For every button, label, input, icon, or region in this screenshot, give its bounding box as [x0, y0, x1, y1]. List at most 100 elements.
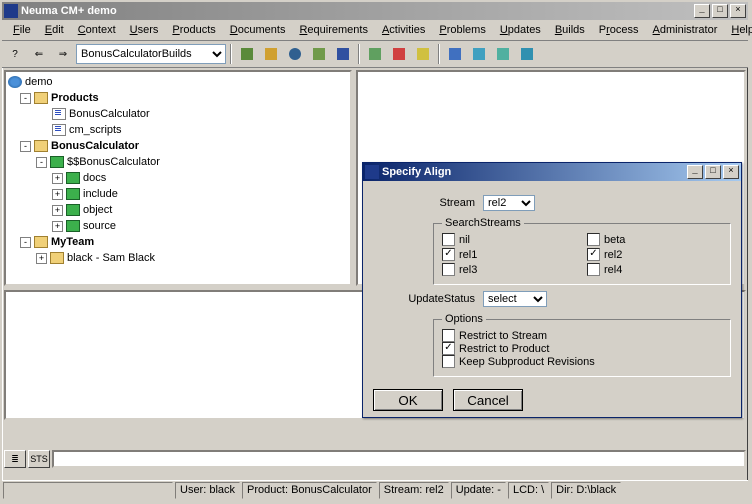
status-user: User: black	[175, 482, 240, 499]
folder-green-icon	[66, 204, 80, 216]
check-keep-subproduct[interactable]: Keep Subproduct Revisions	[442, 355, 722, 368]
tool-icon-6[interactable]	[364, 43, 386, 65]
tool-icon-11[interactable]	[492, 43, 514, 65]
collapse-icon[interactable]: -	[20, 93, 31, 104]
checkbox-icon	[587, 263, 600, 276]
search-streams-group: SearchStreams nil beta ✓rel1 ✓rel2 rel3 …	[433, 217, 731, 285]
menu-requirements[interactable]: Requirements	[292, 22, 375, 38]
collapse-icon[interactable]: -	[20, 237, 31, 248]
expand-icon[interactable]: +	[36, 253, 47, 264]
back-icon[interactable]: ⇐	[28, 43, 50, 65]
check-rel4[interactable]: rel4	[587, 263, 722, 276]
checkbox-checked-icon: ✓	[442, 248, 455, 261]
stream-select[interactable]: rel2	[483, 195, 535, 211]
tree-cmscripts[interactable]: cm_scripts	[8, 122, 348, 138]
dialog-titlebar: Specify Align _ □ ×	[363, 163, 741, 181]
expand-icon[interactable]: +	[52, 205, 63, 216]
command-input[interactable]	[52, 450, 746, 468]
check-nil[interactable]: nil	[442, 233, 577, 246]
tool-icon-10[interactable]	[468, 43, 490, 65]
forward-icon[interactable]: ⇒	[52, 43, 74, 65]
collapse-icon[interactable]: -	[20, 141, 31, 152]
tool-icon-8[interactable]	[412, 43, 434, 65]
tree-myteam[interactable]: - MyTeam	[8, 234, 348, 250]
tree-label: black - Sam Black	[67, 252, 155, 264]
check-restrict-stream[interactable]: Restrict to Stream	[442, 329, 722, 342]
minimize-button[interactable]: _	[694, 4, 710, 18]
cancel-button[interactable]: Cancel	[453, 389, 523, 411]
tree: demo - Products BonusCalculator cm_script…	[6, 72, 350, 268]
status-dir: Dir: D:\black	[551, 482, 621, 499]
check-restrict-product[interactable]: ✓Restrict to Product	[442, 342, 722, 355]
status-stream: Stream: rel2	[379, 482, 449, 499]
menu-edit[interactable]: Edit	[38, 22, 71, 38]
tool-icon-2[interactable]	[260, 43, 282, 65]
tool-icon-12[interactable]	[516, 43, 538, 65]
ok-button[interactable]: OK	[373, 389, 443, 411]
tool-icon-9[interactable]	[444, 43, 466, 65]
menu-context[interactable]: Context	[71, 22, 123, 38]
check-beta[interactable]: beta	[587, 233, 722, 246]
menu-administrator[interactable]: Administrator	[646, 22, 725, 38]
menu-process[interactable]: Process	[592, 22, 646, 38]
tree-bonuscalc[interactable]: BonusCalculator	[8, 106, 348, 122]
dialog-close-button[interactable]: ×	[723, 165, 739, 179]
status-spacer	[3, 482, 173, 499]
menu-file[interactable]: File	[6, 22, 38, 38]
tree-label: MyTeam	[51, 236, 94, 248]
expand-icon[interactable]: +	[52, 189, 63, 200]
menu-activities[interactable]: Activities	[375, 22, 432, 38]
statusbar: User: black Product: BonusCalculator Str…	[2, 480, 748, 500]
tree-source[interactable]: +source	[8, 218, 348, 234]
dialog-maximize-button[interactable]: □	[705, 165, 721, 179]
tree-object[interactable]: +object	[8, 202, 348, 218]
dialog-minimize-button[interactable]: _	[687, 165, 703, 179]
menu-help[interactable]: Help	[724, 22, 752, 38]
expand-icon[interactable]: +	[52, 221, 63, 232]
tree-include[interactable]: + include	[8, 186, 348, 202]
tree-label: demo	[25, 76, 53, 88]
maximize-button[interactable]: □	[712, 4, 728, 18]
status-lcd: LCD: \	[508, 482, 549, 499]
tree-products[interactable]: - Products	[8, 90, 348, 106]
check-rel1[interactable]: ✓rel1	[442, 248, 577, 261]
tool-icon-7[interactable]	[388, 43, 410, 65]
menu-products[interactable]: Products	[165, 22, 222, 38]
tree-label: Products	[51, 92, 99, 104]
document-icon	[52, 124, 66, 136]
collapse-icon[interactable]: -	[36, 157, 47, 168]
menu-builds[interactable]: Builds	[548, 22, 592, 38]
check-rel3[interactable]: rel3	[442, 263, 577, 276]
tree-panel[interactable]: demo - Products BonusCalculator cm_script…	[4, 70, 352, 286]
tool-icon-1[interactable]	[236, 43, 258, 65]
tree-label: docs	[83, 172, 106, 184]
tool-icon-4[interactable]	[308, 43, 330, 65]
tree-black[interactable]: + black - Sam Black	[8, 250, 348, 266]
tree-docs[interactable]: + docs	[8, 170, 348, 186]
cmd-btn-2[interactable]: STS	[28, 450, 50, 468]
check-rel2[interactable]: ✓rel2	[587, 248, 722, 261]
menu-updates[interactable]: Updates	[493, 22, 548, 38]
status-product: Product: BonusCalculator	[242, 482, 377, 499]
tool-icon-3[interactable]	[284, 43, 306, 65]
tree-root[interactable]: demo	[8, 74, 348, 90]
help-icon[interactable]: ?	[4, 43, 26, 65]
build-combo[interactable]: BonusCalculatorBuilds	[76, 44, 226, 64]
menu-documents[interactable]: Documents	[223, 22, 293, 38]
menu-users[interactable]: Users	[123, 22, 166, 38]
tree-bonuscalc-node[interactable]: - BonusCalculator	[8, 138, 348, 154]
toolbar-separator-2	[358, 44, 360, 64]
folder-green-icon	[66, 188, 80, 200]
tree-dollarbonus[interactable]: -$$BonusCalculator	[8, 154, 348, 170]
tree-label: BonusCalculator	[51, 140, 139, 152]
cmd-btn-1[interactable]: ≣	[4, 450, 26, 468]
checkbox-icon	[587, 233, 600, 246]
folder-green-icon	[50, 156, 64, 168]
menu-problems[interactable]: Problems	[432, 22, 492, 38]
expand-icon[interactable]: +	[52, 173, 63, 184]
close-button[interactable]: ×	[730, 4, 746, 18]
dialog-icon	[365, 165, 379, 179]
update-status-select[interactable]: select	[483, 291, 547, 307]
tool-icon-5[interactable]	[332, 43, 354, 65]
tree-label: include	[83, 188, 118, 200]
